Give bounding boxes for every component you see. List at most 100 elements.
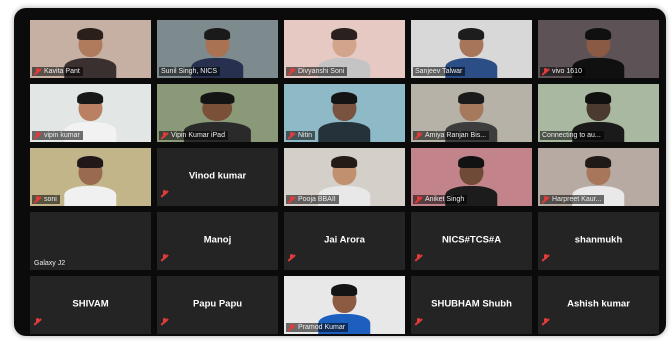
mic-muted-icon (34, 131, 41, 140)
participant-name: vipin kumar (44, 132, 80, 139)
participant-name-label: Sunil Singh, NICS (159, 67, 221, 76)
participant-name-label: Galaxy J2 (32, 259, 68, 268)
participant-name-label: Pooja BBAII (286, 195, 339, 204)
participant-name: Divyanshi Soni (298, 68, 345, 75)
mic-muted-icon (542, 67, 549, 76)
participant-tile-nics-tcs-a[interactable]: NICS#TCS#A (411, 212, 532, 270)
participant-tile-connecting-to-au[interactable]: Connecting to au... (538, 84, 659, 142)
participant-name-label: Vipin Kumar iPad (159, 131, 228, 140)
participant-name-label: vivo 1610 (540, 67, 585, 76)
participant-name-label: Connecting to au... (540, 131, 604, 140)
participant-tile-manoj[interactable]: Manoj (157, 212, 278, 270)
participant-name: vivo 1610 (552, 68, 582, 75)
participant-name: Aniket Singh (425, 196, 465, 203)
participant-tile-vipin-kumar-ipad[interactable]: Vipin Kumar iPad (157, 84, 278, 142)
mic-muted-icon (161, 254, 168, 262)
participant-name-label: Amiya Ranjan Bis... (413, 131, 490, 140)
mic-muted-icon (288, 67, 295, 76)
mic-muted-icon (415, 131, 422, 140)
meeting-window: Kavita Pant Sunil Singh, NICS Divyanshi So… (14, 8, 666, 336)
participant-tile-vipin-kumar[interactable]: vipin kumar (30, 84, 151, 142)
participant-name-label: Kavita Pant (32, 67, 83, 76)
participant-name: Ashish kumar (567, 298, 630, 310)
mic-muted-icon (288, 323, 295, 332)
participant-tile-amiya-ranjan-bis[interactable]: Amiya Ranjan Bis... (411, 84, 532, 142)
participant-tile-aniket-singh[interactable]: Aniket Singh (411, 148, 532, 206)
participant-tile-vivo-1610[interactable]: vivo 1610 (538, 20, 659, 78)
participant-name: SHUBHAM Shubh (431, 298, 512, 310)
participant-tile-sanjeev-talwar[interactable]: Sanjeev Talwar (411, 20, 532, 78)
participant-gallery: Kavita Pant Sunil Singh, NICS Divyanshi So… (30, 20, 659, 336)
mic-muted-wrapper (288, 249, 295, 267)
participant-name-label: Nitin (286, 131, 316, 140)
participant-name: soni (44, 196, 57, 203)
participant-tile-nitin[interactable]: Nitin (284, 84, 405, 142)
participant-tile-sunil-singh-nics[interactable]: Sunil Singh, NICS (157, 20, 278, 78)
participant-name-label: Divyanshi Soni (286, 67, 348, 76)
mic-muted-icon (415, 254, 422, 262)
participant-tile-vinod-kumar[interactable]: Vinod kumar (157, 148, 278, 206)
participant-tile-harpreet-kaur[interactable]: Harpreet Kaur... (538, 148, 659, 206)
mic-muted-icon (542, 254, 549, 262)
mic-muted-wrapper (542, 249, 549, 267)
participant-name-label: Harpreet Kaur... (540, 195, 605, 204)
participant-tile-galaxy-j2[interactable]: Galaxy J2 (30, 212, 151, 270)
participant-name: Jai Arora (324, 234, 365, 246)
mic-muted-wrapper (542, 313, 549, 331)
mic-muted-icon (34, 67, 41, 76)
participant-name: Sunil Singh, NICS (161, 68, 218, 75)
participant-name: Papu Papu (192, 298, 243, 310)
mic-muted-wrapper (415, 313, 422, 331)
participant-name: Connecting to au... (542, 132, 601, 139)
participant-name: Amiya Ranjan Bis... (425, 132, 487, 139)
participant-name-label: vipin kumar (32, 131, 83, 140)
participant-name: shanmukh (574, 234, 623, 246)
participant-tile-shubham-shubh[interactable]: SHUBHAM Shubh (411, 276, 532, 334)
mic-muted-icon (34, 195, 41, 204)
mic-muted-wrapper (161, 249, 168, 267)
participant-portrait (57, 148, 125, 206)
mic-muted-icon (542, 318, 549, 326)
participant-tile-shivam[interactable]: SHIVAM (30, 276, 151, 334)
participant-name: Nitin (298, 132, 313, 139)
mic-muted-icon (415, 195, 422, 204)
participant-tile-ashish-kumar[interactable]: Ashish kumar (538, 276, 659, 334)
participant-name: SHIVAM (72, 298, 109, 310)
participant-name-label: Sanjeev Talwar (413, 67, 466, 76)
participant-name: NICS#TCS#A (441, 234, 502, 246)
mic-muted-wrapper (161, 185, 168, 203)
participant-name: Vipin Kumar iPad (171, 132, 225, 139)
mic-muted-icon (161, 190, 168, 198)
participant-portrait (311, 84, 379, 142)
participant-name-label: Aniket Singh (413, 195, 468, 204)
participant-name: Galaxy J2 (34, 260, 66, 267)
participant-name-label: soni (32, 195, 60, 204)
participant-tile-soni[interactable]: soni (30, 148, 151, 206)
participant-tile-shanmukh[interactable]: shanmukh (538, 212, 659, 270)
participant-tile-kavita-pant[interactable]: Kavita Pant (30, 20, 151, 78)
participant-name: Pramod Kumar (298, 324, 346, 331)
mic-muted-icon (415, 318, 422, 326)
mic-muted-icon (34, 318, 41, 326)
participant-name: Kavita Pant (44, 68, 80, 75)
mic-muted-icon (161, 131, 168, 140)
participant-tile-papu-papu[interactable]: Papu Papu (157, 276, 278, 334)
mic-muted-wrapper (34, 313, 41, 331)
participant-tile-pramod-kumar[interactable]: Pramod Kumar (284, 276, 405, 334)
mic-muted-wrapper (161, 313, 168, 331)
mic-muted-icon (288, 131, 295, 140)
mic-muted-icon (288, 254, 295, 262)
mic-muted-icon (542, 195, 549, 204)
participant-name: Sanjeev Talwar (415, 68, 463, 75)
participant-tile-divyanshi-soni[interactable]: Divyanshi Soni (284, 20, 405, 78)
participant-tile-pooja-bbaii[interactable]: Pooja BBAII (284, 148, 405, 206)
participant-name: Vinod kumar (188, 170, 247, 182)
mic-muted-icon (288, 195, 295, 204)
mic-muted-icon (161, 318, 168, 326)
participant-name: Pooja BBAII (298, 196, 336, 203)
participant-tile-jai-arora[interactable]: Jai Arora (284, 212, 405, 270)
participant-name: Harpreet Kaur... (552, 196, 602, 203)
participant-name-label: Pramod Kumar (286, 323, 349, 332)
mic-muted-wrapper (415, 249, 422, 267)
participant-name: Manoj (203, 234, 232, 246)
